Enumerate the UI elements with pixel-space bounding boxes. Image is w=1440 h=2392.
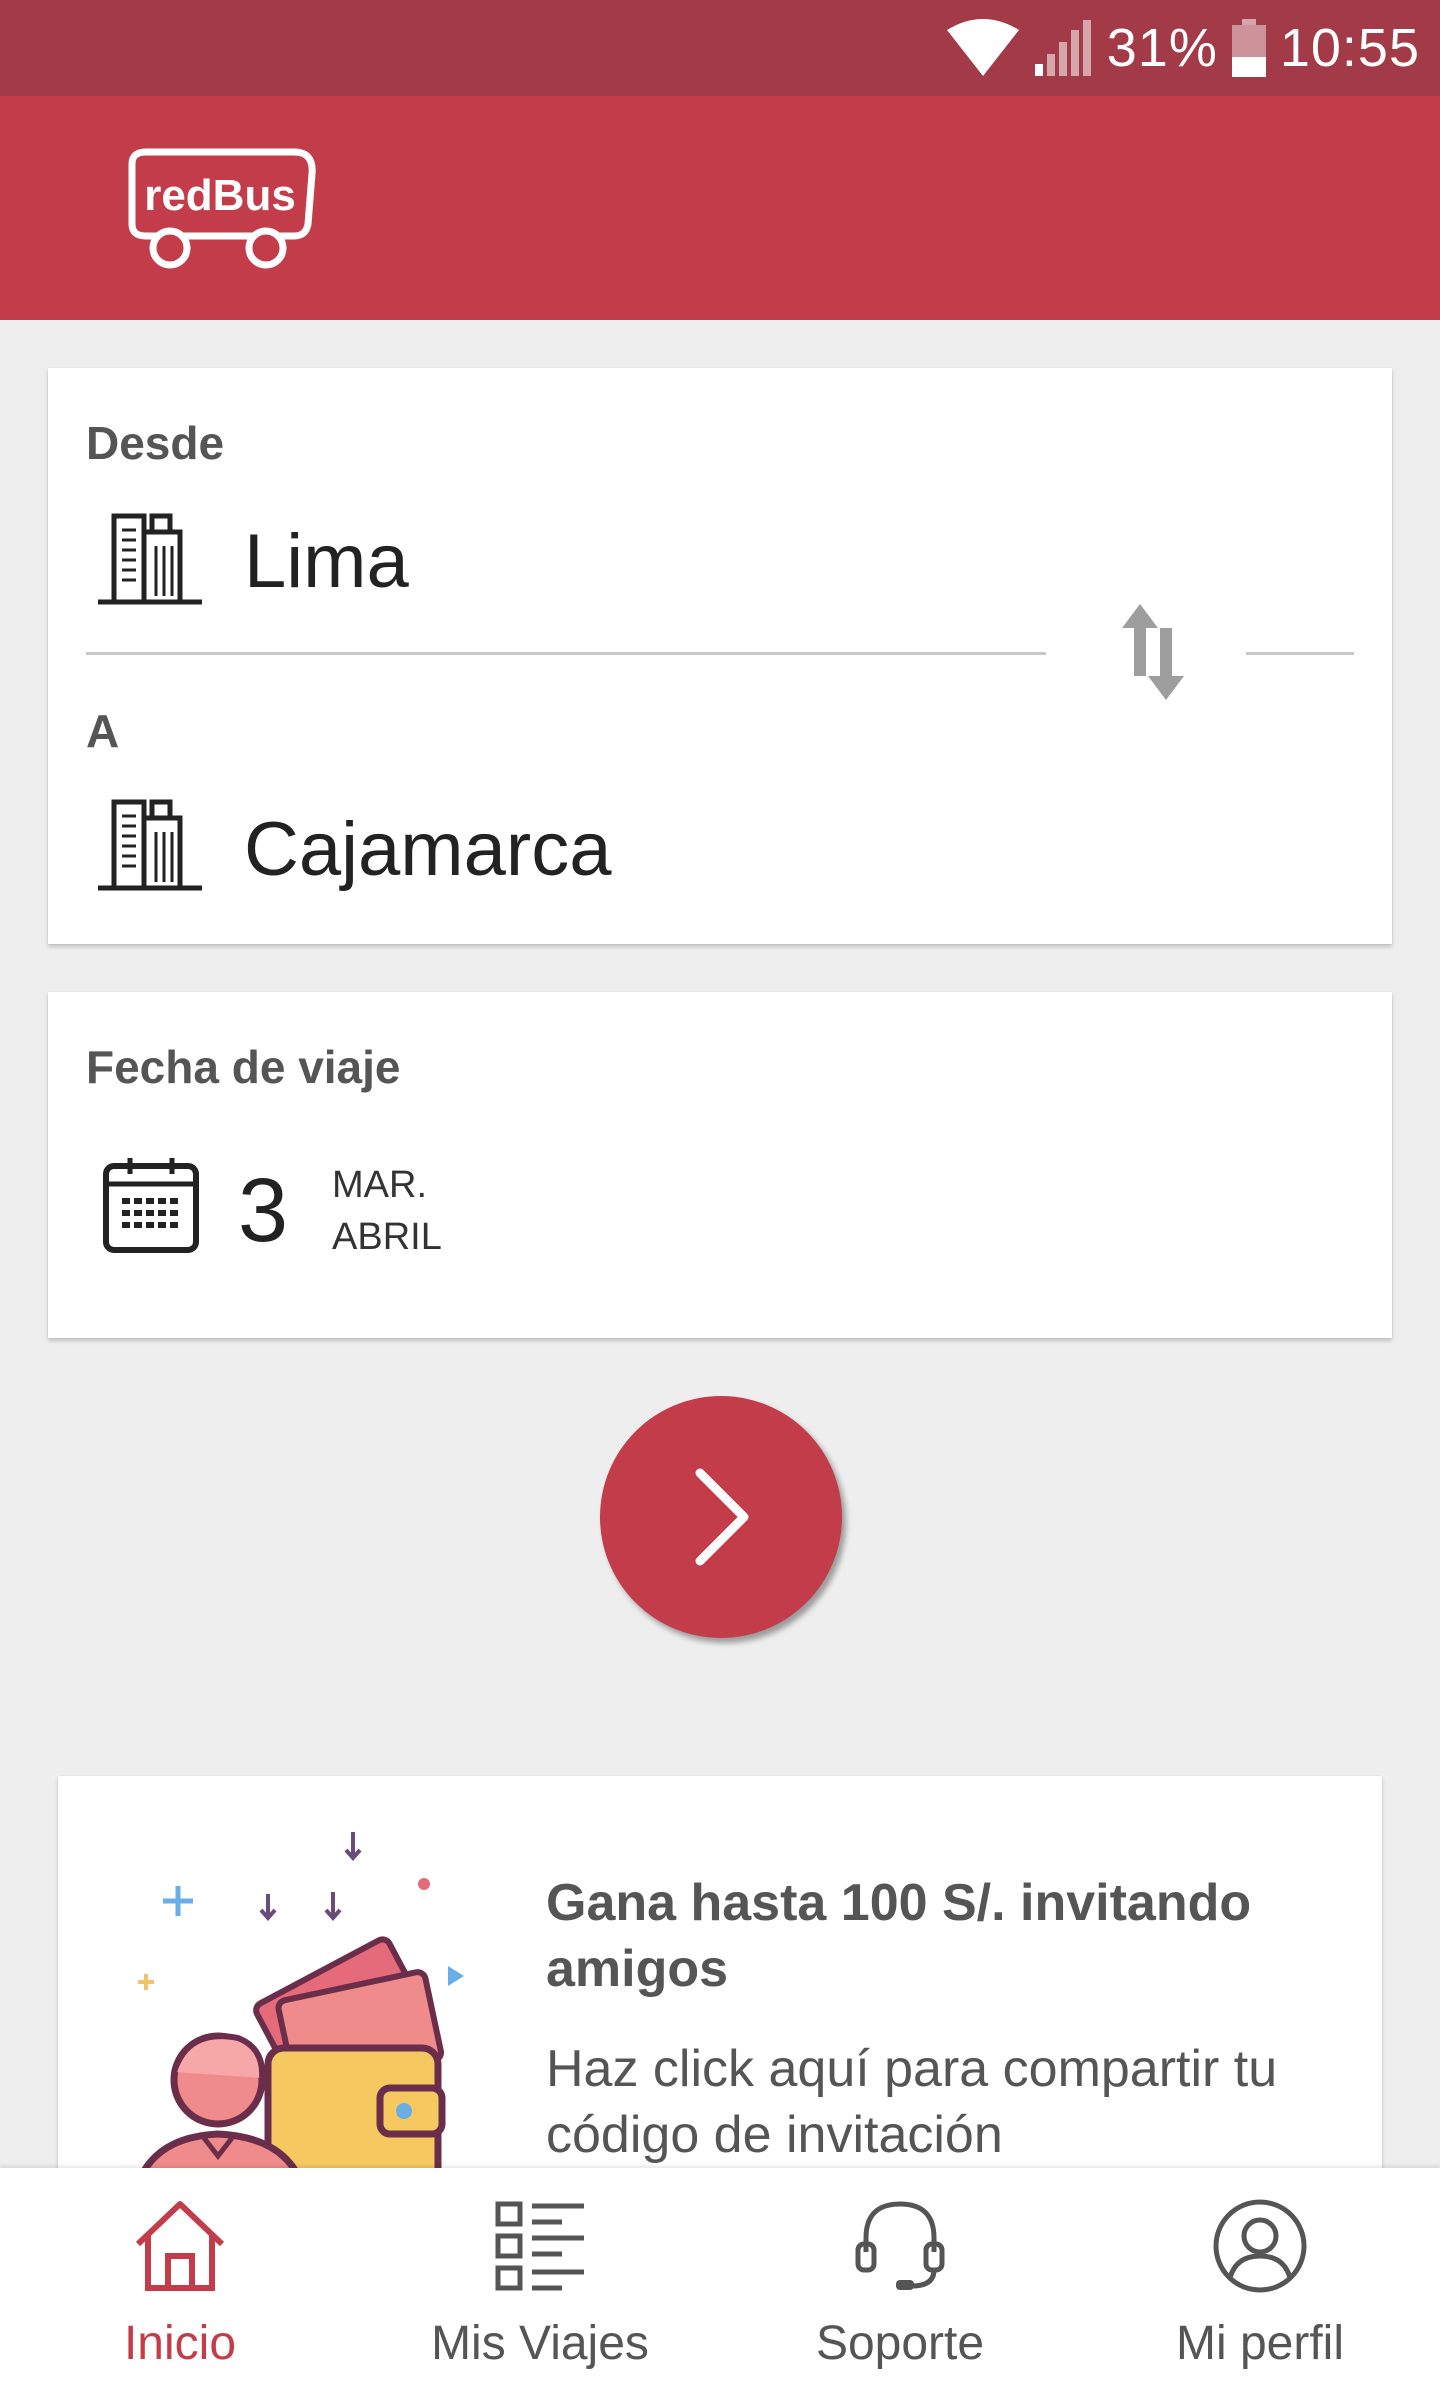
status-right: 31% 10:55 (946, 0, 1420, 96)
referral-promo-card[interactable]: Gana hasta 100 S/. invitando amigos Haz … (58, 1776, 1382, 2196)
date-card[interactable]: Fecha de viaje 3 MAR. ABRIL (48, 992, 1392, 1338)
to-label: A (86, 705, 120, 757)
nav-mi-perfil[interactable]: Mi perfil (1080, 2168, 1440, 2392)
nav-inicio[interactable]: Inicio (0, 2168, 360, 2392)
city-buildings-icon (98, 513, 202, 605)
list-icon (495, 2201, 584, 2291)
from-label: Desde (86, 417, 225, 469)
home-icon (135, 2201, 225, 2291)
nav-label-mi-perfil: Mi perfil (1175, 2317, 1345, 2370)
app-bar: redBus (0, 96, 1440, 320)
nav-label-mis-viajes: Mis Viajes (431, 2317, 649, 2370)
referral-illustration (131, 1832, 464, 2196)
bottom-nav: Inicio Mis Viajes Soporte Mi perfil (0, 2168, 1440, 2392)
calendar-icon (103, 1158, 199, 1253)
promo-title: Gana hasta 100 S/. invitando amigos (546, 1874, 1252, 1998)
nav-label-soporte: Soporte (815, 2317, 985, 2370)
chevron-right-icon (695, 1468, 749, 1566)
travel-day: 3 (238, 1161, 289, 1261)
search-button[interactable] (600, 1396, 842, 1638)
redbus-logo: redBus (128, 148, 316, 269)
svg-text:redBus: redBus (144, 171, 296, 220)
nav-mis-viajes[interactable]: Mis Viajes (360, 2168, 720, 2392)
route-card: Desde Lima A Cajamarca (48, 368, 1392, 944)
travel-weekday: MAR. (332, 1164, 427, 1206)
city-buildings-icon (98, 799, 202, 891)
headset-icon (855, 2201, 945, 2290)
clock: 10:55 (1279, 18, 1420, 78)
from-city[interactable]: Lima (244, 518, 409, 605)
battery-percent: 31% (1106, 18, 1218, 78)
status-bar: 31% 10:55 (0, 0, 1440, 96)
date-label: Fecha de viaje (86, 1041, 401, 1093)
promo-subtitle: Haz click aquí para compartir tu código … (546, 2040, 1278, 2164)
signal-icon (1034, 20, 1091, 76)
nav-label-inicio: Inicio (123, 2317, 237, 2370)
travel-month: ABRIL (332, 1216, 442, 1258)
from-divider (86, 652, 1046, 655)
right-divider (1246, 652, 1354, 655)
swap-arrows-icon[interactable] (1118, 600, 1188, 704)
battery-icon (1231, 19, 1266, 77)
nav-soporte[interactable]: Soporte (720, 2168, 1080, 2392)
to-city[interactable]: Cajamarca (244, 806, 611, 893)
wifi-icon (946, 19, 1019, 76)
profile-icon (1213, 2199, 1307, 2293)
